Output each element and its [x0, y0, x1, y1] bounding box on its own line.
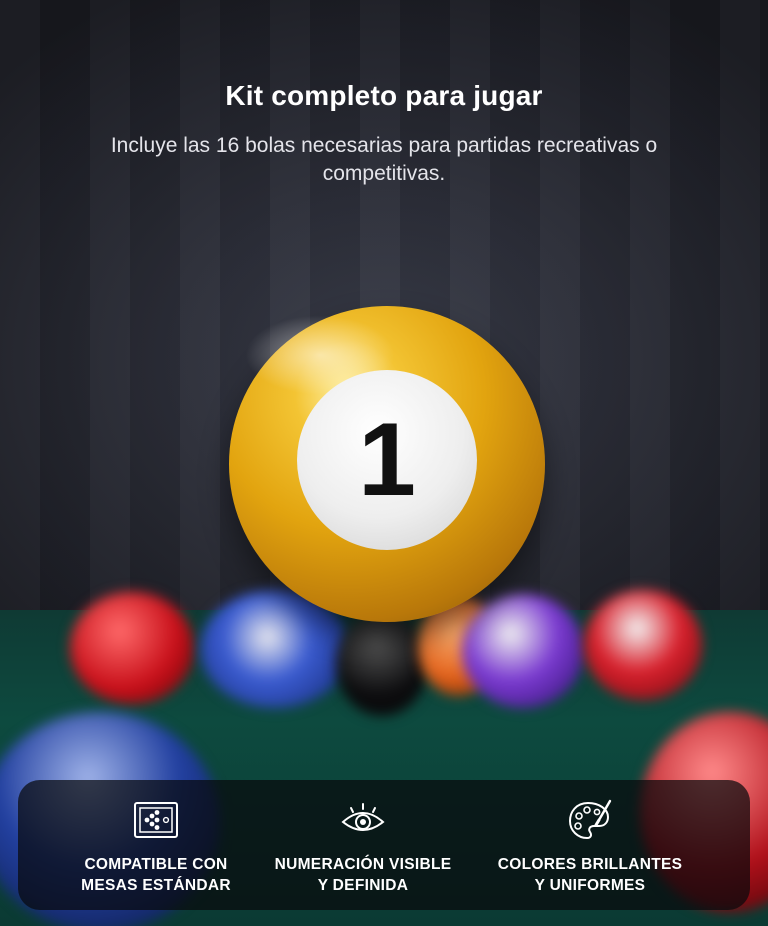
page-subtitle: Incluye las 16 bolas necesarias para par…: [110, 134, 658, 185]
feature-compatible: COMPATIBLE CON MESAS ESTÁNDAR: [46, 798, 266, 896]
background-ball-red-stripe: [584, 590, 702, 700]
background-ball-red: [70, 592, 194, 704]
background-ball-purple-stripe: [462, 594, 584, 708]
eye-icon: [341, 803, 385, 831]
feature-label: COMPATIBLE CON MESAS ESTÁNDAR: [81, 856, 231, 894]
pool-table-icon: [134, 802, 178, 838]
page-title: Kit completo para jugar: [225, 80, 543, 111]
palette-icon: [568, 799, 612, 840]
feature-label: COLORES BRILLANTES Y UNIFORMES: [497, 856, 683, 894]
background-ball-black: [336, 612, 428, 716]
ball-number: 1: [358, 401, 416, 518]
feature-label: NUMERACIÓN VISIBLE Y DEFINIDA: [274, 856, 452, 894]
feature-colores: COLORES BRILLANTES Y UNIFORMES: [480, 798, 700, 896]
feature-numeracion: NUMERACIÓN VISIBLE Y DEFINIDA: [253, 798, 473, 896]
hero-banner: Kit completo para jugar Incluye las 16 b…: [0, 0, 768, 926]
